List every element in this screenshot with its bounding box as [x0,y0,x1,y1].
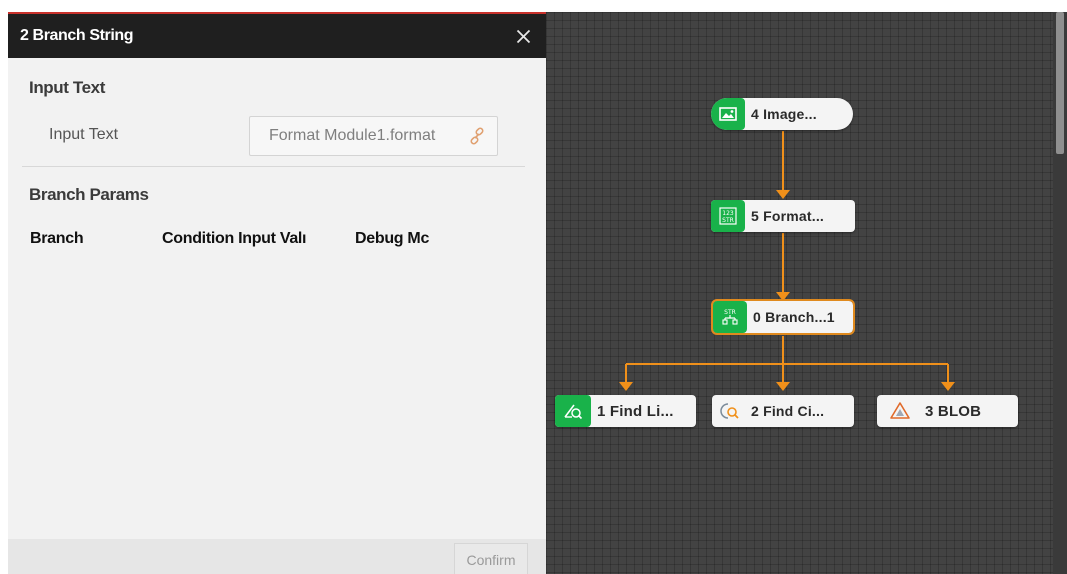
arrow-to-format [776,190,790,199]
arrow-to-find-line [619,382,633,391]
column-header-debug-mode: Debug Mc [355,230,430,247]
svg-text:STR: STR [722,217,734,224]
node-find-line-label: 1 Find Li... [597,402,674,420]
confirm-button[interactable]: Confirm [454,543,528,574]
branch-params-section-title: Branch Params [29,185,149,204]
image-icon [711,98,745,130]
format-str-icon: 123 STR [711,200,745,232]
input-text-label: Input Text [49,126,119,143]
link-icon[interactable] [465,124,489,148]
close-icon[interactable] [512,25,534,47]
dialog-footer: Confirm [8,539,546,574]
flow-canvas[interactable]: 4 Image... 123 STR 5 Format... STR 0 Bran… [546,12,1067,574]
section-divider [22,166,525,167]
node-image[interactable]: 4 Image... [711,98,853,130]
find-circle-icon [715,396,745,426]
flow-connectors [619,131,955,391]
node-blob-label: 3 BLOB [925,402,982,420]
input-text-section-title: Input Text [29,78,105,97]
canvas-scrollbar-thumb[interactable] [1056,12,1064,154]
node-format-label: 5 Format... [751,208,824,224]
column-header-condition-input-value: Condition Input Valı [162,230,307,247]
node-format[interactable]: 123 STR 5 Format... [711,200,855,232]
arrow-to-branch [776,292,790,301]
node-branch[interactable]: STR 0 Branch...1 [711,299,855,335]
dialog-title: 2 Branch String [20,27,134,44]
find-line-icon [555,395,591,427]
node-find-circle[interactable]: 2 Find Ci... [712,395,854,427]
arrow-to-find-circle [776,382,790,391]
branch-string-dialog: 2 Branch String Input Text Input Text Fo… [8,12,546,574]
node-image-label: 4 Image... [751,106,817,122]
dialog-title-bar: 2 Branch String [8,14,546,58]
canvas-scrollbar[interactable] [1053,12,1067,574]
node-blob[interactable]: 3 BLOB [877,395,1018,427]
app-window: 2 Branch String Input Text Input Text Fo… [0,0,1067,574]
input-text-field[interactable]: Format Module1.format [249,116,498,156]
svg-text:STR: STR [724,309,736,316]
node-find-circle-label: 2 Find Ci... [751,403,825,419]
blob-icon [885,396,915,426]
node-branch-label: 0 Branch...1 [753,309,835,325]
input-text-value: Format Module1.format [269,127,436,144]
connector-branch-to-children [625,336,949,382]
arrow-to-blob [941,382,955,391]
column-header-branch: Branch [30,230,84,247]
svg-text:123: 123 [722,210,734,217]
branch-str-icon: STR [713,301,747,333]
node-find-line[interactable]: 1 Find Li... [555,395,696,427]
